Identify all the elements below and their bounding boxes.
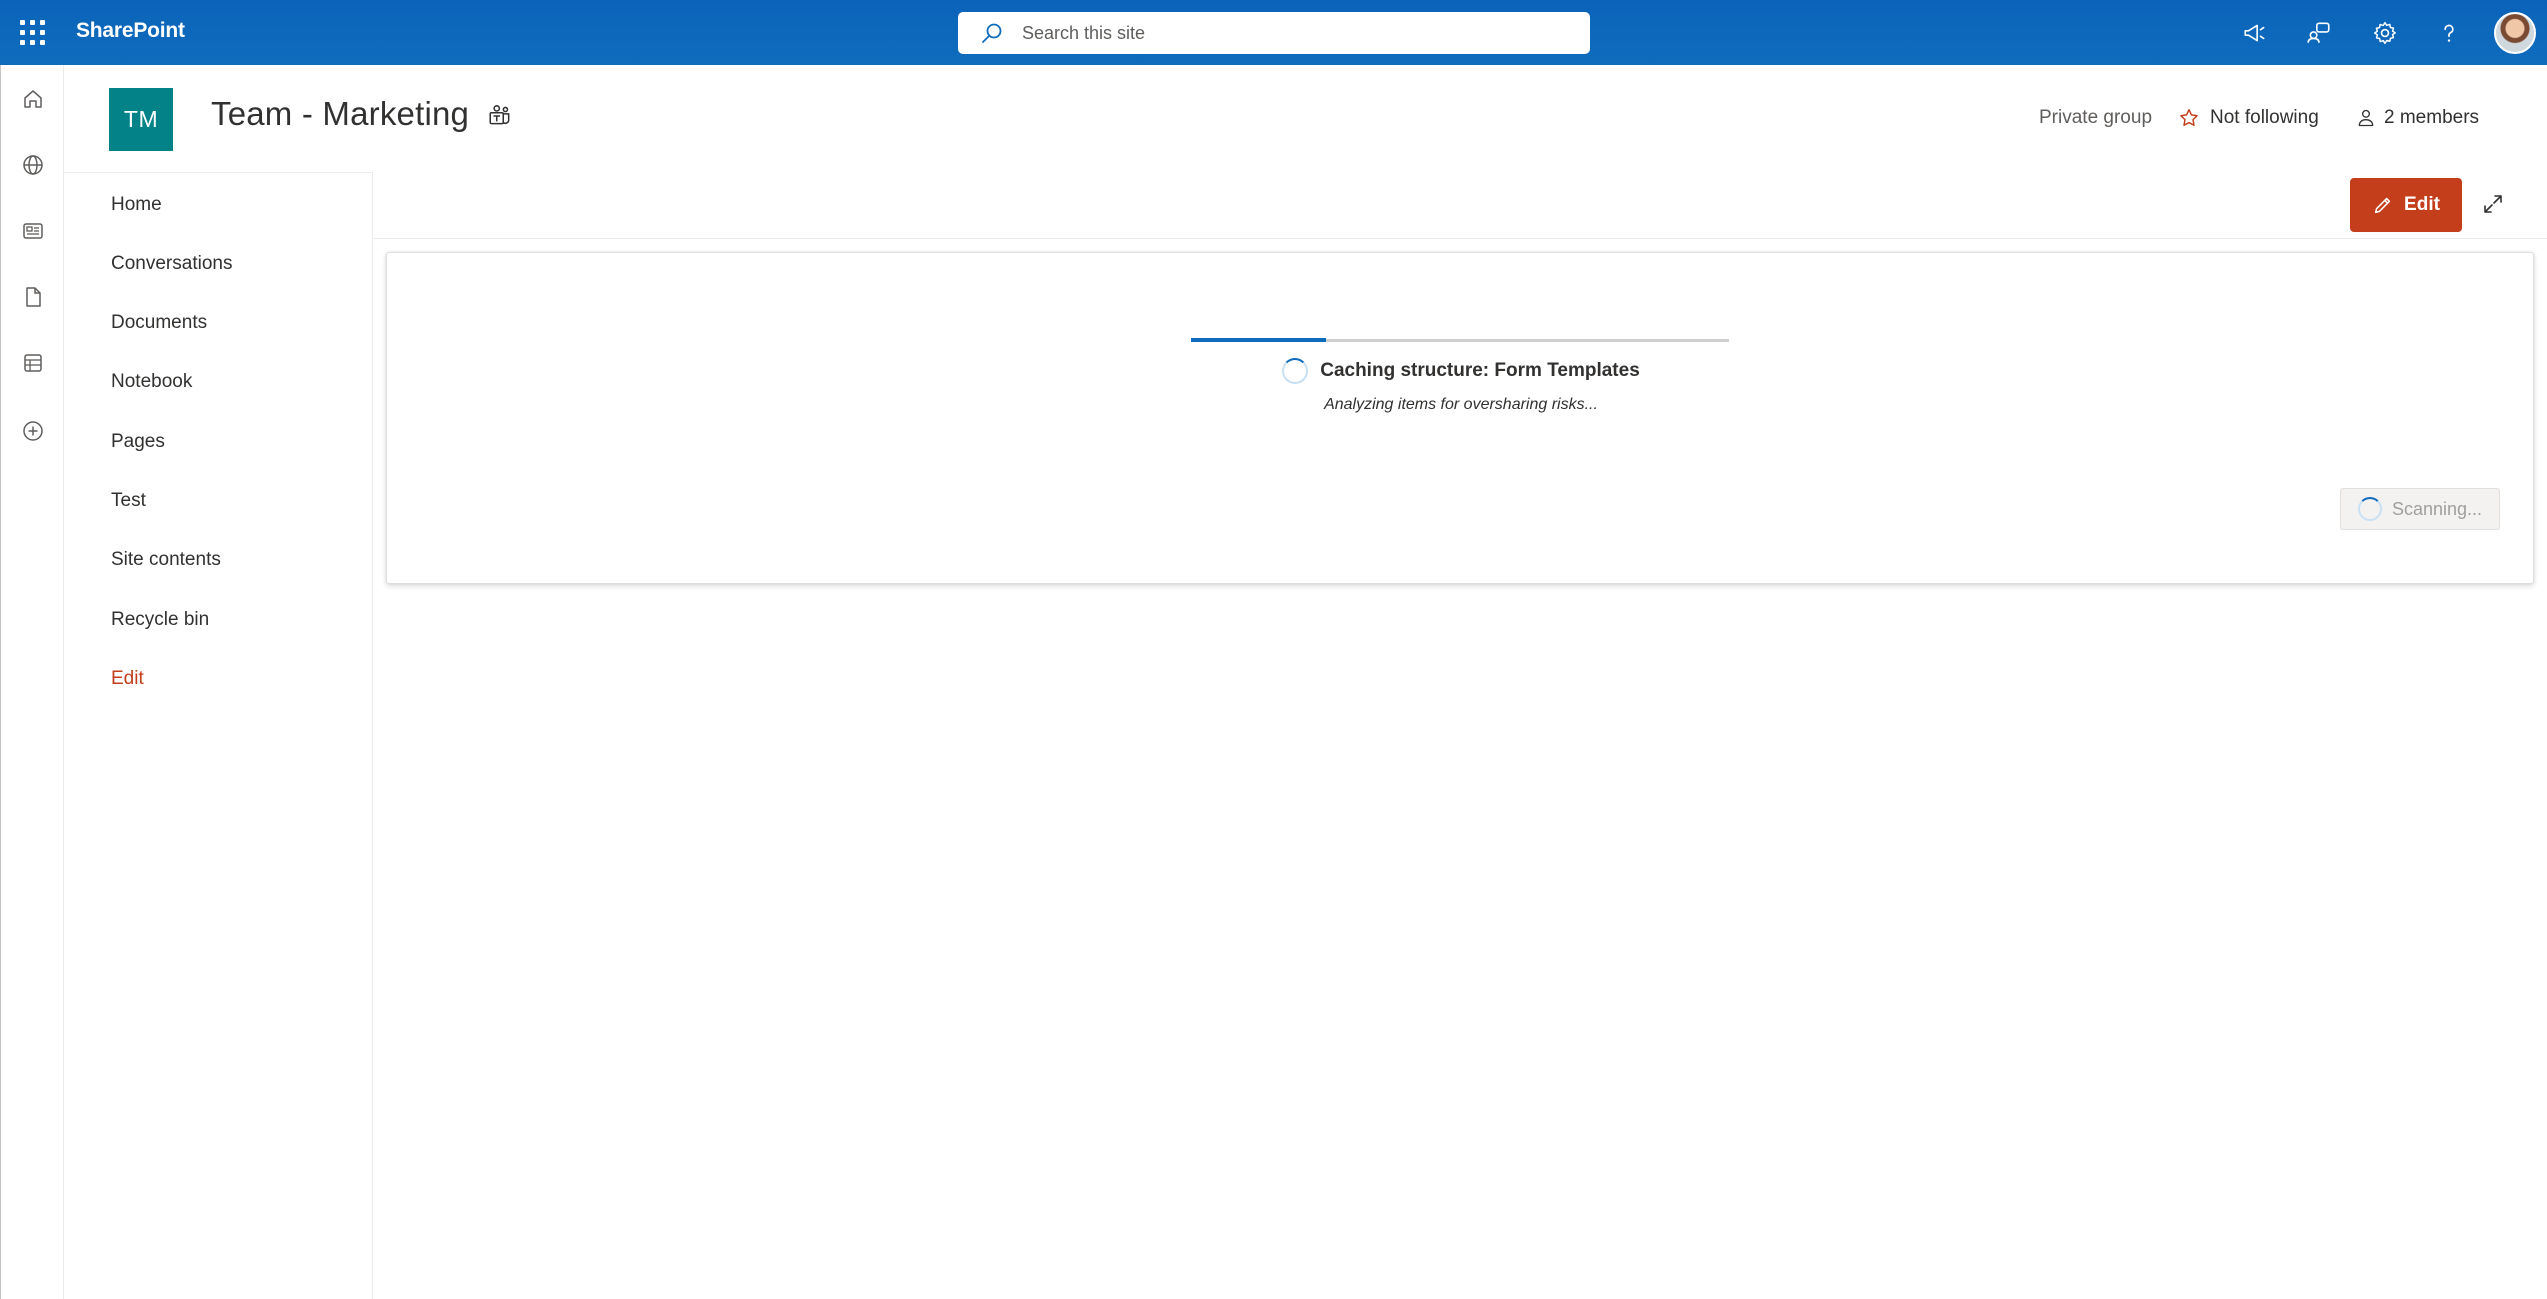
nav-item-recycle-bin[interactable]: Recycle bin (111, 609, 209, 631)
scanning-button-label: Scanning... (2391, 498, 2483, 519)
help-icon[interactable] (2432, 16, 2466, 50)
status-subtext: Analyzing items for oversharing risks... (1324, 396, 1598, 413)
nav-item-conversations[interactable]: Conversations (111, 253, 232, 275)
site-title[interactable]: Team - Marketing (211, 95, 469, 133)
edit-button-label: Edit (2404, 194, 2440, 215)
app-launcher-icon[interactable] (18, 18, 46, 46)
home-icon[interactable] (17, 83, 49, 115)
news-icon[interactable] (17, 215, 49, 247)
site-navigation: Home Conversations Documents Notebook Pa… (64, 172, 373, 1299)
person-icon (2358, 109, 2374, 127)
members-label: 2 members (2384, 107, 2480, 128)
search-input[interactable] (1022, 20, 1562, 46)
follow-button[interactable]: Not following (2178, 107, 2319, 129)
brand-name[interactable]: SharePoint (76, 19, 185, 43)
spinner-icon (1282, 358, 1309, 384)
nav-item-site-contents[interactable]: Site contents (111, 549, 221, 571)
app-bar (0, 65, 64, 1299)
add-icon[interactable] (17, 415, 49, 447)
members-button[interactable]: 2 members (2356, 107, 2479, 129)
globe-icon[interactable] (17, 149, 49, 181)
teams-icon[interactable] (487, 103, 513, 129)
nav-edit-link[interactable]: Edit (111, 668, 144, 690)
search-box[interactable] (958, 12, 1590, 54)
nav-item-test[interactable]: Test (111, 490, 146, 512)
scan-progress-card: Caching structure: Form Templates Analyz… (386, 252, 2534, 584)
list-icon[interactable] (17, 347, 49, 379)
progress-bar (1191, 338, 1729, 342)
follow-label: Not following (2210, 107, 2319, 128)
privacy-label: Private group (2039, 107, 2153, 128)
progress-bar-fill (1191, 338, 1326, 342)
user-avatar[interactable] (2494, 12, 2536, 54)
nav-item-home[interactable]: Home (111, 194, 162, 216)
share-feedback-icon[interactable] (2302, 16, 2336, 50)
site-logo[interactable]: TM (109, 88, 173, 151)
scanning-button[interactable]: Scanning... (2340, 488, 2500, 530)
edit-page-button[interactable]: Edit (2350, 178, 2462, 232)
megaphone-icon[interactable] (2238, 16, 2272, 50)
document-icon[interactable] (17, 281, 49, 313)
status-text: Caching structure: Form Templates (1320, 360, 1640, 381)
command-bar-divider (374, 238, 2547, 239)
search-icon (982, 23, 1002, 43)
pencil-icon (2374, 197, 2391, 214)
status-row: Caching structure: Form Templates (387, 358, 2535, 384)
expand-icon[interactable] (2478, 189, 2508, 219)
nav-item-pages[interactable]: Pages (111, 431, 165, 453)
nav-item-documents[interactable]: Documents (111, 312, 207, 334)
star-icon (2180, 109, 2198, 126)
settings-gear-icon[interactable] (2368, 16, 2402, 50)
spinner-icon (2357, 497, 2382, 521)
nav-item-notebook[interactable]: Notebook (111, 371, 192, 393)
suite-bar: SharePoint (0, 0, 2547, 65)
